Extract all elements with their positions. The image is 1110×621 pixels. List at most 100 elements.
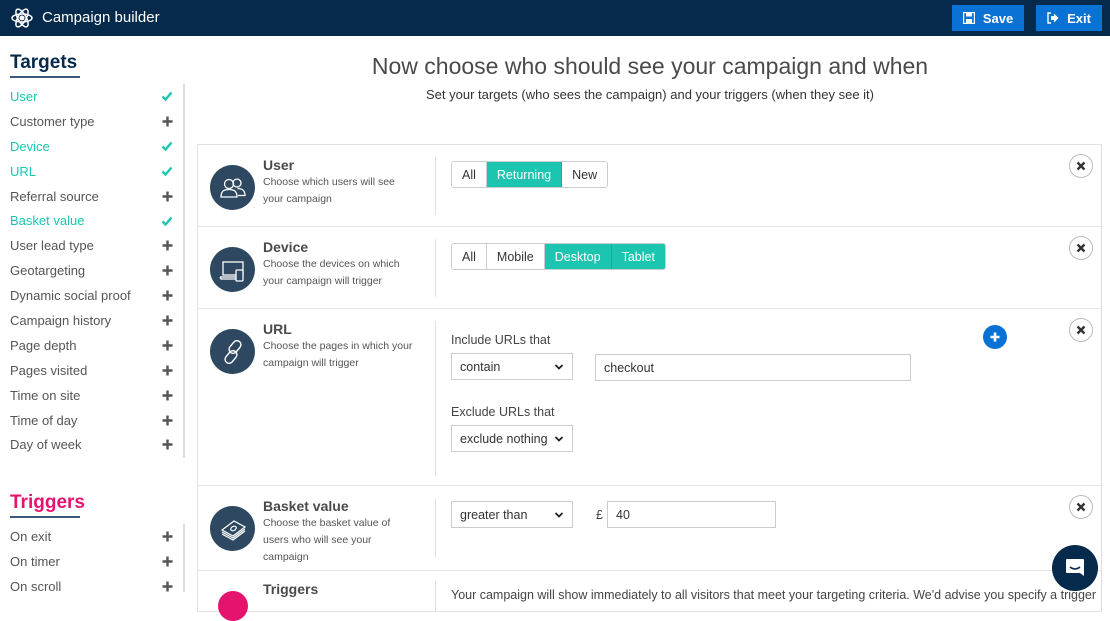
plus-icon: [161, 339, 173, 351]
divider: [435, 239, 436, 297]
include-url-input[interactable]: checkout: [595, 354, 911, 381]
option-mobile[interactable]: Mobile: [486, 244, 545, 269]
option-tablet[interactable]: Tablet: [611, 244, 665, 269]
exit-button[interactable]: Exit: [1036, 5, 1102, 31]
plus-icon: [161, 190, 173, 202]
plus-icon: [161, 555, 173, 567]
include-match-select[interactable]: contain: [451, 353, 573, 380]
close-icon: [1076, 161, 1086, 171]
remove-user-target-button[interactable]: [1069, 154, 1093, 178]
include-url-value: checkout: [604, 360, 655, 375]
link-icon: [210, 329, 255, 374]
divider: [435, 581, 436, 611]
basket-value: 40: [616, 507, 630, 522]
save-label: Save: [982, 10, 1014, 26]
plus-icon: [161, 314, 173, 326]
basket-description: Choose the basket value of users who wil…: [263, 517, 391, 563]
sidebar-item-time-of-day[interactable]: Time of day: [0, 408, 183, 433]
sidebar-item-basket-value[interactable]: Basket value: [0, 208, 183, 233]
plus-icon: [161, 530, 173, 542]
sidebar-item-url[interactable]: URL: [0, 159, 183, 184]
sidebar-item-campaign-history[interactable]: Campaign history: [0, 308, 183, 333]
include-match-value: contain: [460, 359, 501, 374]
trigger-icon: [218, 591, 248, 621]
remove-url-target-button[interactable]: [1069, 318, 1093, 342]
sidebar-item-label: Geotargeting: [10, 263, 86, 279]
sidebar-item-dynamic-social-proof[interactable]: Dynamic social proof: [0, 283, 183, 308]
close-icon: [1076, 502, 1086, 512]
exclude-match-select[interactable]: exclude nothing: [451, 425, 573, 452]
sidebar-item-label: URL: [10, 163, 37, 179]
basket-title: Basket value: [263, 498, 349, 514]
sidebar-item-user[interactable]: User: [0, 84, 183, 109]
triggers-list: On exit On timer On scroll: [0, 524, 185, 594]
sidebar-item-label: Campaign history: [10, 312, 112, 328]
divider: [435, 498, 436, 558]
triggers-heading: Triggers: [10, 492, 85, 518]
option-returning[interactable]: Returning: [486, 162, 563, 187]
option-desktop[interactable]: Desktop: [544, 244, 612, 269]
basket-comparator-value: greater than: [460, 507, 528, 522]
save-button[interactable]: Save: [952, 5, 1024, 31]
chat-launcher-button[interactable]: [1052, 545, 1098, 591]
checkmark-icon: [161, 140, 173, 152]
sidebar-item-on-scroll[interactable]: On scroll: [0, 574, 183, 599]
sidebar-item-day-of-week[interactable]: Day of week: [0, 432, 183, 457]
sidebar-item-pages-visited[interactable]: Pages visited: [0, 358, 183, 383]
targets-heading: Targets: [10, 52, 80, 78]
close-icon: [1076, 325, 1086, 335]
sidebar-item-label: User: [10, 88, 38, 104]
checkmark-icon: [161, 215, 173, 227]
option-all[interactable]: All: [452, 162, 487, 187]
sidebar-item-on-timer[interactable]: On timer: [0, 549, 183, 574]
remove-device-target-button[interactable]: [1069, 236, 1093, 260]
user-title: User: [263, 157, 295, 173]
currency-symbol: £: [596, 508, 603, 522]
sidebar-item-time-on-site[interactable]: Time on site: [0, 383, 183, 408]
option-all[interactable]: All: [452, 244, 487, 269]
device-target-row: Device Choose the devices on which your …: [198, 227, 1101, 309]
sidebar: Targets User Customer type Device URL Referr…: [0, 36, 190, 594]
device-description: Choose the devices on which your campaig…: [263, 258, 400, 287]
triggers-row: Triggers Your campaign will show immedia…: [198, 571, 1101, 621]
sidebar-item-referral-source[interactable]: Referral source: [0, 184, 183, 209]
atom-logo-icon: [11, 8, 33, 28]
add-url-rule-button[interactable]: [983, 325, 1007, 349]
sidebar-item-customer-type[interactable]: Customer type: [0, 109, 183, 134]
option-new[interactable]: New: [562, 162, 608, 187]
plus-icon: [161, 290, 173, 302]
sidebar-item-label: Day of week: [10, 437, 82, 453]
device-title: Device: [263, 239, 309, 255]
exclude-match-value: exclude nothing: [460, 431, 548, 446]
sidebar-item-page-depth[interactable]: Page depth: [0, 333, 183, 358]
sidebar-item-label: Time on site: [10, 387, 81, 403]
exclude-urls-label: Exclude URLs that: [451, 405, 555, 419]
sidebar-item-device[interactable]: Device: [0, 134, 183, 159]
divider: [435, 321, 436, 476]
basket-value-input[interactable]: 40: [607, 501, 776, 528]
plus-icon: [161, 364, 173, 376]
top-bar: Campaign builder Save Exit: [0, 0, 1110, 36]
user-target-row: User Choose which users will see your ca…: [198, 145, 1101, 227]
sidebar-item-label: User lead type: [10, 238, 94, 254]
page-title: Now choose who should see your campaign …: [371, 53, 929, 79]
remove-basket-target-button[interactable]: [1069, 495, 1093, 519]
exit-label: Exit: [1067, 10, 1091, 26]
targeting-panel: User Choose which users will see your ca…: [197, 144, 1102, 621]
plus-icon: [161, 580, 173, 592]
targets-list: User Customer type Device URL Referral sourc…: [0, 84, 185, 458]
plus-icon: [161, 389, 173, 401]
sidebar-item-user-lead-type[interactable]: User lead type: [0, 233, 183, 258]
plus-icon: [161, 115, 173, 127]
close-icon: [1076, 243, 1086, 253]
url-target-row: URL Choose the pages in which your campa…: [198, 309, 1101, 486]
sidebar-item-label: Page depth: [10, 337, 77, 353]
sidebar-item-geotargeting[interactable]: Geotargeting: [0, 258, 183, 283]
devices-icon: [210, 247, 255, 292]
app-title: Campaign builder: [42, 9, 160, 26]
device-type-segmented-control: All Mobile Desktop Tablet: [451, 243, 666, 270]
plus-icon: [161, 439, 173, 451]
divider: [435, 157, 436, 215]
basket-comparator-select[interactable]: greater than: [451, 501, 573, 528]
sidebar-item-on-exit[interactable]: On exit: [0, 524, 183, 549]
